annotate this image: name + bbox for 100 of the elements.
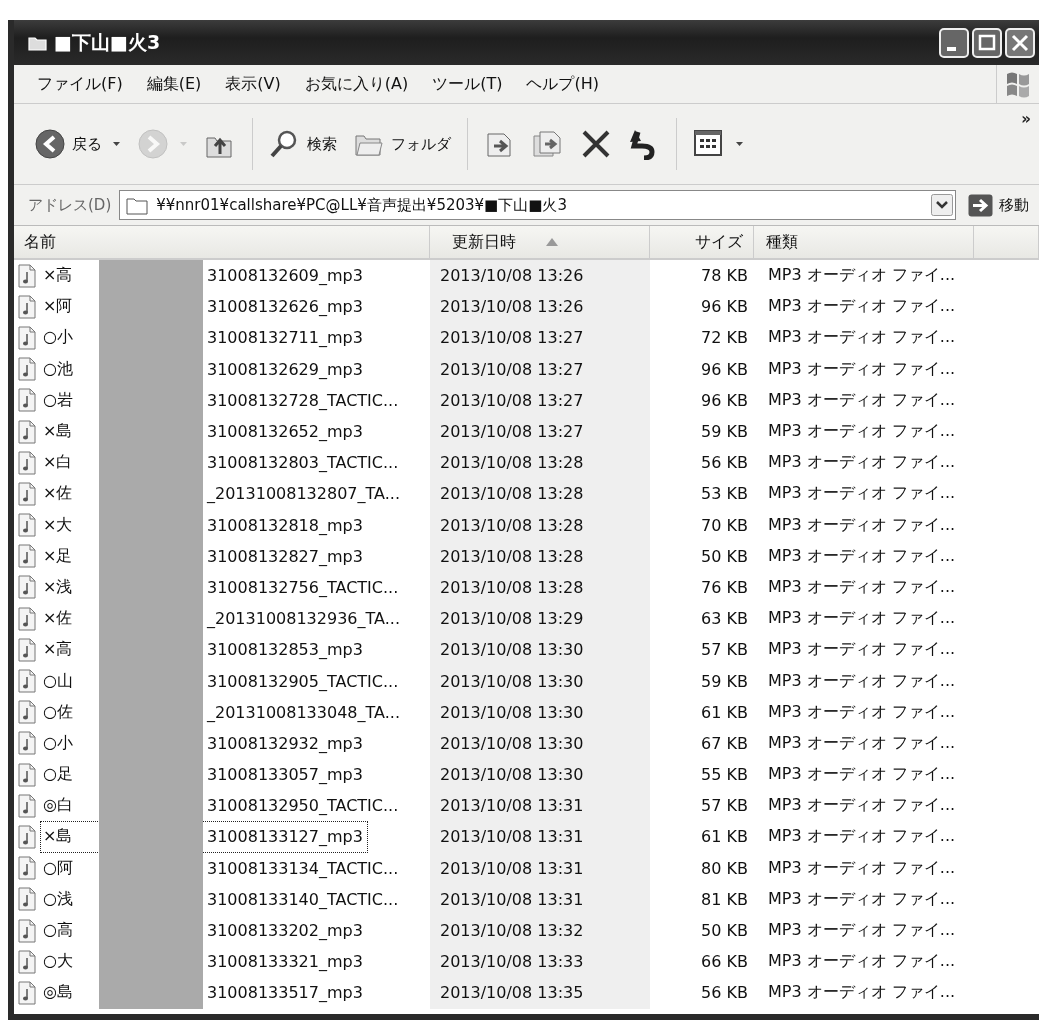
menu-item[interactable]: 表示(V) xyxy=(216,70,290,98)
file-name-end[interactable]: _20131008133048_TA... xyxy=(207,702,400,722)
file-name-start[interactable]: ×阿 xyxy=(43,296,99,318)
file-name-start[interactable]: ○足 xyxy=(43,764,99,786)
file-name-end[interactable]: 31008133127_mp3 xyxy=(207,827,363,847)
column-header[interactable]: 更新日時 xyxy=(430,226,650,258)
file-name-end[interactable]: 31008132756_TACTIC... xyxy=(207,577,399,597)
file-name-end[interactable]: 31008132818_mp3 xyxy=(207,515,363,535)
file-name-end[interactable]: 31008132728_TACTIC... xyxy=(207,390,399,410)
file-name-start[interactable]: ×大 xyxy=(43,514,99,536)
file-type: MP3 オーディオ ファイ... xyxy=(767,919,957,942)
search-button[interactable]: 検索 xyxy=(263,124,343,164)
go-button[interactable]: 移動 xyxy=(964,193,1033,217)
address-field[interactable]: ¥¥nnr01¥callshare¥PC@LL¥音声提出¥5203¥■下山■火3 xyxy=(119,190,956,220)
column-header[interactable]: 種類 xyxy=(754,226,974,258)
file-size: 59 KB xyxy=(700,421,749,444)
back-button[interactable]: 戻る xyxy=(28,124,127,164)
close-icon[interactable] xyxy=(1005,27,1035,58)
file-name-start[interactable]: ○佐 xyxy=(43,701,99,723)
file-name-end[interactable]: 31008132905_TACTIC... xyxy=(207,671,399,691)
minimize-icon[interactable] xyxy=(939,27,969,58)
modified-date: 2013/10/08 13:30 xyxy=(430,759,650,791)
menu-item[interactable]: ヘルプ(H) xyxy=(517,70,608,98)
file-type: MP3 オーディオ ファイ... xyxy=(767,669,957,692)
file-name-start[interactable]: ◎白 xyxy=(43,795,99,817)
menu-item[interactable]: お気に入り(A) xyxy=(295,70,418,98)
music-file-icon xyxy=(18,388,36,413)
file-name-start[interactable]: ×白 xyxy=(43,452,99,474)
modified-date: 2013/10/08 13:31 xyxy=(430,852,650,884)
dropdown-icon[interactable] xyxy=(931,194,953,216)
file-name-start[interactable]: ×足 xyxy=(43,545,99,567)
file-name-start[interactable]: ×佐 xyxy=(43,608,99,630)
menu-item[interactable]: 編集(E) xyxy=(137,70,211,98)
file-name-start[interactable]: ×浅 xyxy=(43,576,99,598)
file-size: 50 KB xyxy=(700,920,749,943)
column-header[interactable]: サイズ xyxy=(650,226,754,258)
file-name-start[interactable]: ×島 xyxy=(43,826,99,848)
folders-button[interactable]: フォルダ xyxy=(347,124,457,164)
file-name-end[interactable]: 31008132711_mp3 xyxy=(207,328,363,348)
file-name-start[interactable]: ×高 xyxy=(43,265,99,287)
file-size: 76 KB xyxy=(700,576,749,599)
file-name-end[interactable]: 31008133057_mp3 xyxy=(207,765,363,785)
file-size: 55 KB xyxy=(700,764,749,787)
music-file-icon xyxy=(18,263,36,288)
menu-item[interactable]: ファイル(F) xyxy=(28,70,132,98)
modified-date: 2013/10/08 13:26 xyxy=(430,291,650,323)
music-file-icon xyxy=(18,419,36,444)
music-file-icon xyxy=(18,481,36,506)
modified-date: 2013/10/08 13:32 xyxy=(430,914,650,947)
file-name-end[interactable]: 31008132950_TACTIC... xyxy=(207,796,399,816)
file-size: 56 KB xyxy=(700,452,749,475)
file-name-start[interactable]: ○岩 xyxy=(43,389,99,411)
file-name-end[interactable]: 31008132853_mp3 xyxy=(207,640,363,660)
file-name-end[interactable]: 31008133202_mp3 xyxy=(207,921,363,941)
file-type: MP3 オーディオ ファイ... xyxy=(767,607,957,630)
modified-date: 2013/10/08 13:28 xyxy=(430,478,650,510)
folder-icon xyxy=(126,195,149,215)
file-type: MP3 オーディオ ファイ... xyxy=(767,763,957,786)
file-name-start[interactable]: ○大 xyxy=(43,951,99,973)
file-size: 63 KB xyxy=(700,608,749,631)
file-name-end[interactable]: 31008132609_mp3 xyxy=(207,266,363,286)
file-name-start[interactable]: ◎島 xyxy=(43,982,99,1004)
file-name-end[interactable]: 31008133321_mp3 xyxy=(207,952,363,972)
file-name-end[interactable]: 31008132626_mp3 xyxy=(207,297,363,317)
music-file-icon xyxy=(18,544,36,569)
file-name-start[interactable]: ×島 xyxy=(43,421,99,443)
window-title: ■下山■火3 xyxy=(54,29,162,55)
file-name-end[interactable]: _20131008132807_TA... xyxy=(207,484,400,504)
file-name-start[interactable]: ○阿 xyxy=(43,857,99,879)
file-name-start[interactable]: ○池 xyxy=(43,358,99,380)
delete-icon xyxy=(580,128,612,160)
file-name-end[interactable]: 31008132652_mp3 xyxy=(207,422,363,442)
file-name-start[interactable]: ○小 xyxy=(43,732,99,754)
file-name-end[interactable]: 31008133140_TACTIC... xyxy=(207,889,399,909)
modified-date: 2013/10/08 13:27 xyxy=(430,353,650,385)
file-name-start[interactable]: ×佐 xyxy=(43,483,99,505)
file-type: MP3 オーディオ ファイ... xyxy=(767,482,957,505)
file-name-end[interactable]: 31008132803_TACTIC... xyxy=(207,453,399,473)
file-name-end[interactable]: _20131008132936_TA... xyxy=(207,609,400,629)
file-name-end[interactable]: 31008133517_mp3 xyxy=(207,983,363,1003)
music-file-icon xyxy=(18,949,36,974)
file-type: MP3 オーディオ ファイ... xyxy=(767,388,957,411)
file-type: MP3 オーディオ ファイ... xyxy=(767,887,957,910)
file-name-end[interactable]: 31008132932_mp3 xyxy=(207,733,363,753)
maximize-icon[interactable] xyxy=(972,27,1002,58)
music-file-icon xyxy=(18,513,36,538)
file-name-start[interactable]: ○高 xyxy=(43,920,99,942)
file-name-start[interactable]: ×高 xyxy=(43,639,99,661)
file-name-end[interactable]: 31008132827_mp3 xyxy=(207,546,363,566)
address-label: アドレス(D) xyxy=(28,195,112,215)
file-name-end[interactable]: 31008133134_TACTIC... xyxy=(207,858,399,878)
file-name-start[interactable]: ○山 xyxy=(43,670,99,692)
file-name-end[interactable]: 31008132629_mp3 xyxy=(207,359,363,379)
menu-item[interactable]: ツール(T) xyxy=(423,70,512,98)
toolbar-overflow-chevron[interactable]: » xyxy=(1021,110,1031,128)
file-name-start[interactable]: ○小 xyxy=(43,327,99,349)
modified-date: 2013/10/08 13:27 xyxy=(430,322,650,354)
column-header[interactable]: 名前 xyxy=(14,226,430,258)
file-name-start[interactable]: ○浅 xyxy=(43,888,99,910)
file-size: 72 KB xyxy=(700,327,749,350)
